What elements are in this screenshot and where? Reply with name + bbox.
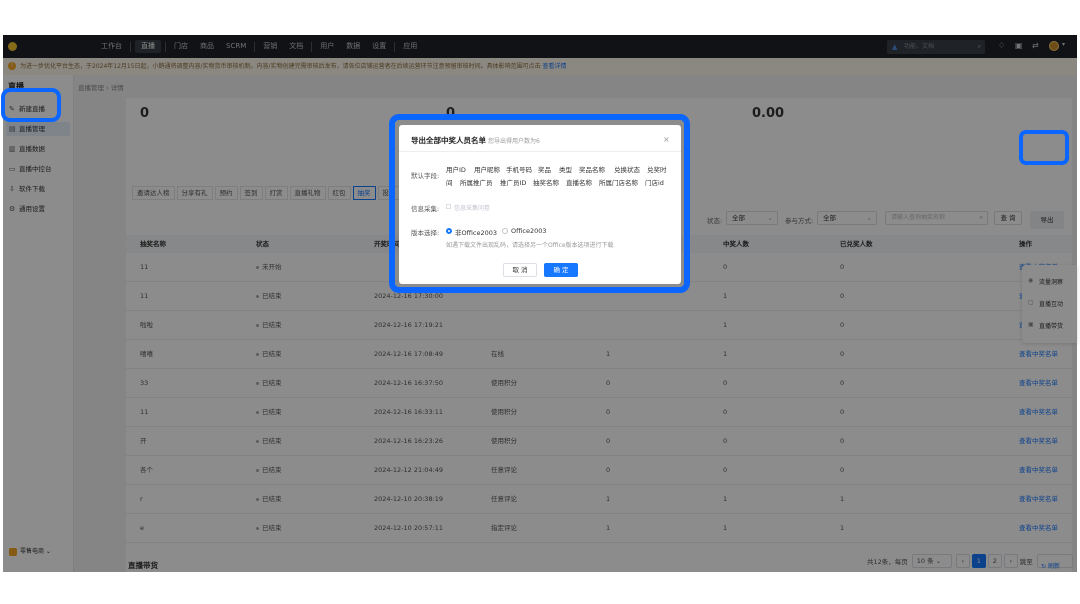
highlight-frame [1019,130,1069,165]
highlight-frame [389,114,690,293]
highlight-frame [1,88,61,122]
